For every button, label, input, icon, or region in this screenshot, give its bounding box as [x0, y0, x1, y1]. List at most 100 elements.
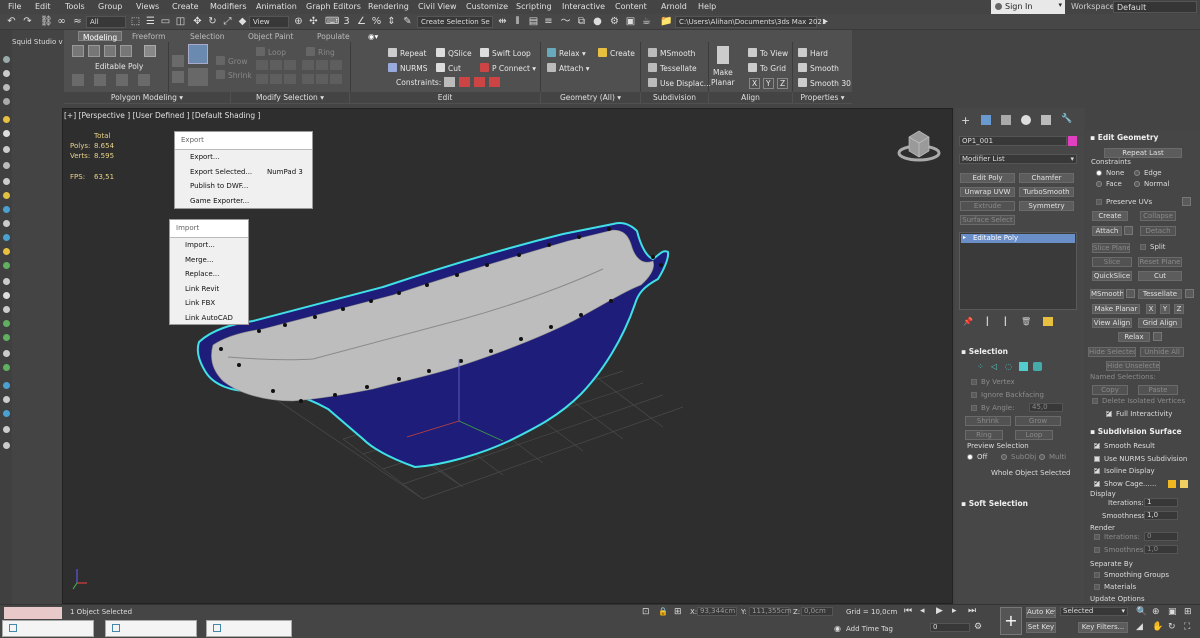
constraint-edge-radio[interactable]: Edge	[1134, 169, 1162, 177]
by-angle-spinner[interactable]: 45,0	[1029, 403, 1063, 412]
turbosmooth-button[interactable]: TurboSmooth	[1019, 187, 1074, 197]
tool-icon[interactable]	[3, 220, 10, 227]
tool-icon[interactable]	[270, 60, 282, 70]
tool-icon[interactable]	[302, 60, 314, 70]
ribbon-options-icon[interactable]: ◉▾	[364, 31, 382, 41]
tool-icon[interactable]	[3, 56, 10, 63]
menu-item-link-autocad[interactable]: Link AutoCAD	[170, 311, 248, 326]
group-properties[interactable]: Properties ▾	[793, 92, 852, 103]
tool-icon[interactable]	[3, 146, 10, 153]
menu-scripting[interactable]: Scripting	[516, 2, 552, 11]
taskbar-thumbnail[interactable]	[2, 620, 94, 637]
to-grid-button[interactable]: To Grid	[748, 63, 786, 73]
modify-tab-icon[interactable]	[981, 115, 991, 125]
swift-loop-button[interactable]: Swift Loop	[480, 48, 531, 58]
repeat-button[interactable]: Repeat	[388, 48, 426, 58]
element-level-icon[interactable]	[1033, 362, 1042, 371]
menu-file[interactable]: File	[8, 2, 21, 11]
menu-group[interactable]: Group	[98, 2, 122, 11]
render-smoothness-label[interactable]: Smoothness:	[1094, 546, 1149, 554]
surface-select-button[interactable]: Surface Select	[960, 215, 1015, 225]
previous-frame-icon[interactable]: ◂	[920, 606, 925, 616]
menu-arnold[interactable]: Arnold	[661, 2, 687, 11]
menu-item-publish-dwf[interactable]: Publish to DWF...	[175, 179, 312, 194]
constraint-normal-radio[interactable]: Normal	[1134, 180, 1169, 188]
project-path-dropdown[interactable]: C:\Users\Alihan\Documents\3ds Max 2021	[675, 16, 826, 28]
set-key-button[interactable]: Set Key	[1026, 622, 1056, 633]
pivot-icon[interactable]: ⊕	[293, 16, 304, 27]
object-color-swatch[interactable]	[1068, 136, 1077, 146]
settings-icon[interactable]	[1124, 226, 1133, 235]
maximize-viewport-icon[interactable]: ⛶	[1184, 622, 1190, 632]
select-by-name-icon[interactable]: ☰	[145, 16, 156, 27]
tab-selection[interactable]: Selection	[186, 31, 229, 41]
undo-icon[interactable]: ↶	[6, 16, 17, 27]
lock-selection-icon[interactable]: 🔒	[658, 607, 668, 616]
keyboard-shortcut-icon[interactable]: ⌨	[325, 16, 339, 27]
grid-align-button[interactable]: Grid Align	[1138, 318, 1182, 328]
add-time-tag-button[interactable]: Add Time Tag	[846, 625, 893, 633]
slice-button[interactable]: Slice	[1092, 257, 1132, 267]
render-production-icon[interactable]: ☕	[641, 16, 652, 27]
tool-icon[interactable]	[270, 74, 282, 84]
tool-icon[interactable]	[3, 426, 10, 433]
tool-icon[interactable]	[330, 60, 342, 70]
group-modify-selection[interactable]: Modify Selection ▾	[231, 92, 349, 103]
make-planar-button[interactable]: Make Planar	[711, 46, 735, 91]
repeat-last-button[interactable]: Repeat Last	[1104, 148, 1182, 158]
use-displace-button[interactable]: Use Displac...	[648, 78, 711, 88]
planar-y-button[interactable]: Y	[1160, 304, 1170, 314]
select-object-icon[interactable]: ⬚	[130, 16, 141, 27]
pin-stack-icon[interactable]: 📌	[963, 317, 973, 326]
toggle-scene-explorer-icon[interactable]: ▤	[528, 16, 539, 27]
tool-icon[interactable]	[3, 320, 10, 327]
schematic-view-icon[interactable]: ⧉	[576, 16, 587, 27]
msmooth-button[interactable]: MSmooth	[648, 48, 695, 58]
hide-unselected-button[interactable]: Hide Unselected	[1106, 361, 1160, 371]
menu-create[interactable]: Create	[172, 2, 199, 11]
auto-key-button[interactable]: Auto Key	[1026, 607, 1056, 618]
symmetry-button[interactable]: Symmetry	[1019, 201, 1074, 211]
border-icon[interactable]	[104, 45, 116, 57]
menu-item-merge[interactable]: Merge...	[170, 253, 248, 268]
extrude-button[interactable]: Extrude	[960, 201, 1015, 211]
isoline-display-option[interactable]: Isoline Display	[1094, 466, 1155, 475]
vertex-level-icon[interactable]: ⁘	[977, 362, 986, 371]
border-level-icon[interactable]: ◌	[1005, 362, 1014, 371]
tool-icon[interactable]	[284, 74, 296, 84]
sign-in-button[interactable]: Sign In ▾	[991, 0, 1065, 14]
rendered-frame-icon[interactable]: ▣	[625, 16, 636, 27]
absolute-mode-icon[interactable]: ⊞	[674, 607, 682, 617]
tool-icon[interactable]	[3, 334, 10, 341]
attach-button[interactable]: Attach	[1092, 226, 1122, 236]
tessellate-button[interactable]: Tessellate	[1138, 289, 1182, 299]
key-filters-button[interactable]: Key Filters...	[1078, 622, 1128, 633]
smoothness-spinner[interactable]: 1,0	[1144, 511, 1178, 520]
object-name-field[interactable]: OP1_001	[959, 136, 1067, 146]
selection-set-dropdown[interactable]: Create Selection Se	[417, 16, 493, 28]
render-setup-icon[interactable]: ⚙	[609, 16, 620, 27]
reference-coord-dropdown[interactable]: View	[249, 16, 289, 28]
edit-poly-button[interactable]: Edit Poly	[960, 173, 1015, 183]
smooth-button[interactable]: Smooth	[798, 63, 839, 73]
z-coordinate-field[interactable]: 0,0cm	[801, 607, 833, 616]
tool-icon[interactable]	[3, 162, 10, 169]
pan-view-icon[interactable]: ✋	[1152, 622, 1163, 632]
iterations-spinner[interactable]: 1	[1144, 498, 1178, 507]
preserve-uvs-option[interactable]: Preserve UVs	[1096, 198, 1152, 206]
hard-button[interactable]: Hard	[798, 48, 828, 58]
relax-button[interactable]: Relax	[1118, 332, 1150, 342]
select-manipulate-icon[interactable]: ✣	[308, 16, 319, 27]
smooth-30-button[interactable]: Smooth 30	[798, 78, 851, 88]
smooth-result-option[interactable]: Smooth Result	[1094, 441, 1155, 450]
to-view-button[interactable]: To View	[748, 48, 788, 58]
unhide-all-button[interactable]: Unhide All	[1140, 347, 1184, 357]
tool-icon[interactable]	[3, 234, 10, 241]
align-icon[interactable]: ⫴	[512, 16, 523, 27]
tool-icon[interactable]	[3, 70, 10, 77]
spinner-snap-icon[interactable]: ⇕	[386, 16, 397, 27]
ring-button[interactable]: Ring	[965, 430, 1003, 440]
cut-button[interactable]: Cut	[436, 63, 461, 73]
tool-icon[interactable]	[3, 84, 10, 91]
preview-off-radio[interactable]: Off	[967, 453, 987, 461]
